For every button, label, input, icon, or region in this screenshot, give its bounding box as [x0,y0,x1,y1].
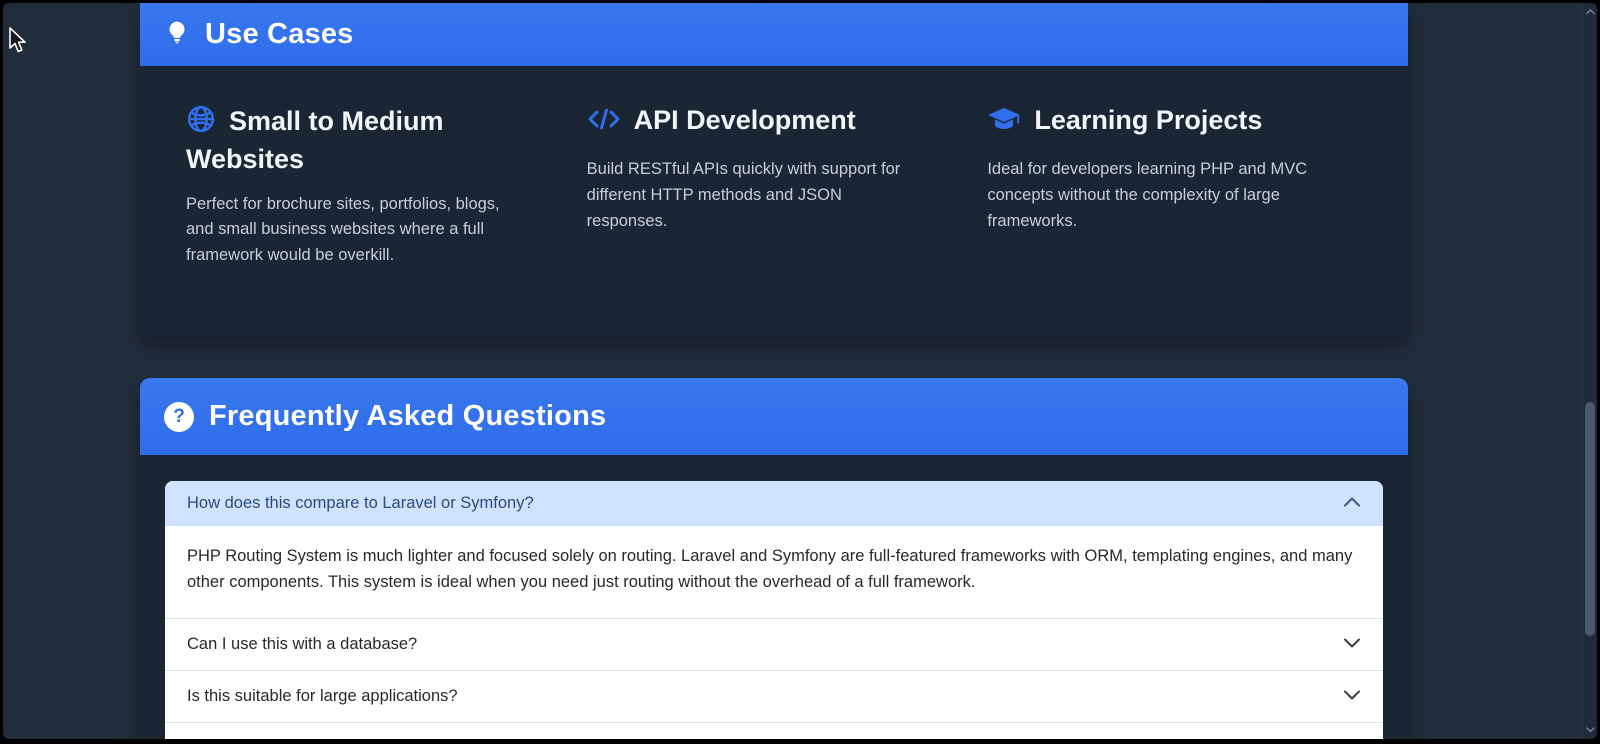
faq-item-4-partial [165,722,1383,739]
use-case-title: API Development [587,104,962,142]
main-content: Use Cases Small to Medium Websites Perfe… [140,3,1408,739]
vertical-scrollbar[interactable] [1582,3,1597,739]
faq-question-3-button[interactable]: Is this suitable for large applications? [165,671,1383,722]
use-case-item-websites: Small to Medium Websites Perfect for bro… [186,104,561,298]
faq-question-text: Can I use this with a database? [187,635,417,654]
page: Use Cases Small to Medium Websites Perfe… [3,3,1597,739]
mouse-cursor [8,27,30,55]
use-case-description: Perfect for brochure sites, portfolios, … [186,192,561,270]
use-cases-body: Small to Medium Websites Perfect for bro… [140,66,1408,336]
globe-icon [186,104,216,143]
faq-question-text: Is this suitable for large applications? [187,687,458,706]
faq-answer-1: PHP Routing System is much lighter and f… [165,526,1383,618]
faq-item-1: How does this compare to Laravel or Symf… [165,481,1383,618]
graduation-cap-icon [987,105,1021,142]
use-case-title: Learning Projects [987,104,1362,142]
faq-body: How does this compare to Laravel or Symf… [140,455,1408,739]
faq-question-4-button[interactable] [165,723,1383,739]
scroll-up-arrow[interactable] [1583,5,1597,19]
faq-header: ? Frequently Asked Questions [140,378,1408,455]
faq-question-1-button[interactable]: How does this compare to Laravel or Symf… [165,481,1383,526]
scrollbar-thumb[interactable] [1585,402,1595,636]
use-cases-header: Use Cases [140,3,1408,66]
faq-answer-text: PHP Routing System is much lighter and f… [187,543,1361,596]
question-circle-icon: ? [164,402,194,432]
chevron-up-icon [1343,494,1361,513]
chevron-down-icon [1343,635,1361,654]
use-case-description: Build RESTful APIs quickly with support … [587,157,962,235]
use-cases-card: Use Cases Small to Medium Websites Perfe… [140,3,1408,336]
use-case-item-api: API Development Build RESTful APIs quick… [587,104,962,298]
scroll-down-arrow[interactable] [1583,723,1597,737]
faq-question-2-button[interactable]: Can I use this with a database? [165,619,1383,670]
code-icon [587,105,621,142]
faq-title: Frequently Asked Questions [209,400,606,433]
faq-accordion: How does this compare to Laravel or Symf… [165,481,1383,739]
lightbulb-icon [164,19,190,51]
faq-item-3: Is this suitable for large applications? [165,670,1383,722]
use-case-item-learning: Learning Projects Ideal for developers l… [987,104,1362,298]
use-cases-title: Use Cases [205,18,354,51]
faq-card: ? Frequently Asked Questions How does th… [140,378,1408,739]
faq-item-2: Can I use this with a database? [165,618,1383,670]
faq-question-text: How does this compare to Laravel or Symf… [187,494,534,513]
chevron-down-icon [1343,687,1361,706]
use-case-description: Ideal for developers learning PHP and MV… [987,157,1362,235]
use-case-title: Small to Medium Websites [186,104,561,177]
